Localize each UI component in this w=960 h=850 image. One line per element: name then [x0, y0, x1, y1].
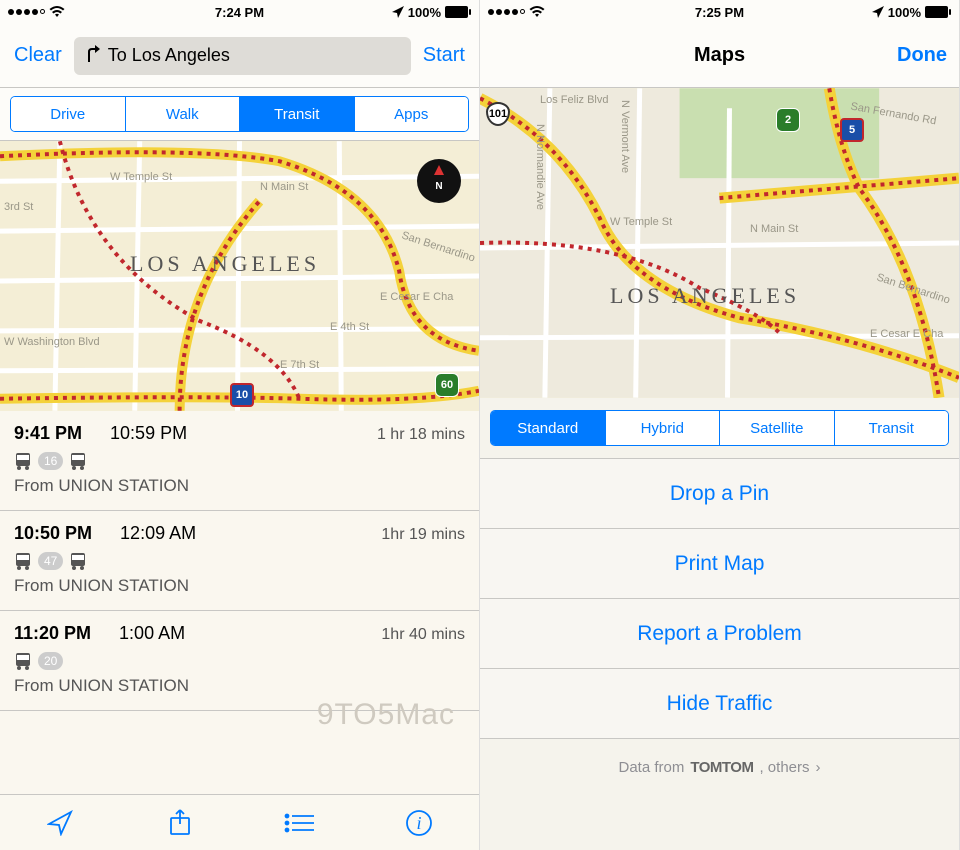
done-button[interactable]: Done — [891, 40, 951, 71]
interstate-shield-icon: 5 — [840, 118, 864, 142]
street-label: W Temple St — [110, 171, 172, 183]
route-item[interactable]: 11:20 PM 1:00 AM 1hr 40 mins 20 From UNI… — [0, 611, 479, 711]
status-bar: 7:24 PM 100% — [0, 0, 479, 24]
ca-route-shield-icon: 60 — [435, 373, 459, 397]
street-label: N Normandie Ave — [534, 124, 546, 210]
street-label: E 4th St — [330, 321, 369, 333]
battery-icon — [925, 6, 951, 18]
street-label: E 7th St — [280, 359, 319, 371]
clear-button[interactable]: Clear — [8, 40, 68, 71]
settings-nav-bar: Maps Done — [480, 24, 959, 88]
destination-field[interactable]: To Los Angeles — [74, 37, 411, 75]
print-map-button[interactable]: Print Map — [480, 529, 959, 599]
street-label: N Vermont Ave — [619, 100, 631, 173]
drop-pin-button[interactable]: Drop a Pin — [480, 459, 959, 529]
report-problem-button[interactable]: Report a Problem — [480, 599, 959, 669]
mode-transit[interactable]: Transit — [240, 97, 355, 131]
depart-time: 10:50 PM — [14, 523, 92, 544]
bus-icon — [69, 552, 87, 570]
street-label: E Cesar E Cha — [380, 291, 453, 303]
map-type-transit[interactable]: Transit — [835, 411, 949, 445]
map-type-hybrid[interactable]: Hybrid — [606, 411, 721, 445]
route-badge: 47 — [38, 552, 63, 570]
data-attribution[interactable]: Data from TOMTOM , others › — [480, 739, 959, 795]
nav-title: Maps — [554, 44, 885, 67]
attribution-prefix: Data from — [619, 759, 685, 776]
locate-me-button[interactable] — [40, 803, 80, 843]
street-label: E Cesar E Cha — [870, 328, 943, 340]
info-button[interactable]: i — [399, 803, 439, 843]
location-icon — [392, 6, 404, 18]
start-button[interactable]: Start — [417, 40, 471, 71]
ca-route-shield-icon: 2 — [776, 108, 800, 132]
list-button[interactable] — [279, 803, 319, 843]
tomtom-logo: TOMTOM — [690, 759, 753, 776]
compass-icon[interactable]: N — [417, 159, 461, 203]
mode-walk[interactable]: Walk — [126, 97, 241, 131]
route-item[interactable]: 10:50 PM 12:09 AM 1hr 19 mins 47 From UN… — [0, 511, 479, 611]
route-from: From UNION STATION — [14, 576, 465, 596]
bus-icon — [14, 652, 32, 670]
street-label: N Main St — [750, 223, 798, 235]
map-type-satellite[interactable]: Satellite — [720, 411, 835, 445]
street-label: N Main St — [260, 181, 308, 193]
wifi-icon — [49, 6, 65, 18]
cell-signal-icon — [8, 9, 45, 15]
battery-percent: 100% — [888, 5, 921, 20]
screen-map-settings: 7:25 PM 100% Maps Done — [480, 0, 960, 850]
directions-nav-bar: Clear To Los Angeles Start — [0, 24, 479, 88]
attribution-suffix: , others — [759, 759, 809, 776]
route-badge: 20 — [38, 652, 63, 670]
depart-time: 9:41 PM — [14, 423, 82, 444]
map-preview[interactable]: LOS ANGELES 3rd St W Temple St N Main St… — [0, 141, 479, 411]
route-duration: 1 hr 18 mins — [377, 426, 465, 444]
route-item[interactable]: 9:41 PM 10:59 PM 1 hr 18 mins 16 From UN… — [0, 411, 479, 511]
map-type-segmented: Standard Hybrid Satellite Transit — [490, 410, 949, 446]
status-time: 7:25 PM — [695, 5, 744, 20]
street-label: W Washington Blvd — [4, 336, 100, 348]
bus-icon — [14, 452, 32, 470]
chevron-right-icon: › — [816, 759, 821, 776]
svg-text:i: i — [417, 813, 422, 833]
map-type-standard[interactable]: Standard — [491, 411, 606, 445]
destination-text: To Los Angeles — [108, 45, 230, 66]
arrive-time: 10:59 PM — [110, 423, 187, 444]
share-button[interactable] — [160, 803, 200, 843]
hide-traffic-button[interactable]: Hide Traffic — [480, 669, 959, 739]
map-settings-list: Standard Hybrid Satellite Transit Drop a… — [480, 398, 959, 850]
interstate-shield-icon: 10 — [230, 383, 254, 407]
map-preview[interactable]: LOS ANGELES W Temple St N Main St E Cesa… — [480, 88, 959, 398]
route-from: From UNION STATION — [14, 476, 465, 496]
transport-mode-segmented-wrap: Drive Walk Transit Apps — [0, 88, 479, 141]
bus-icon — [69, 452, 87, 470]
transport-mode-segmented: Drive Walk Transit Apps — [10, 96, 469, 132]
route-badge: 16 — [38, 452, 63, 470]
street-label: 3rd St — [4, 201, 33, 213]
status-time: 7:24 PM — [215, 5, 264, 20]
street-label: W Temple St — [610, 216, 672, 228]
battery-percent: 100% — [408, 5, 441, 20]
arrive-time: 12:09 AM — [120, 523, 196, 544]
wifi-icon — [529, 6, 545, 18]
route-duration: 1hr 19 mins — [381, 526, 465, 544]
map-city-label: LOS ANGELES — [610, 283, 800, 309]
street-label: Los Feliz Blvd — [540, 94, 608, 106]
map-city-label: LOS ANGELES — [130, 251, 320, 277]
turn-arrow-icon — [84, 44, 100, 67]
route-from: From UNION STATION — [14, 676, 465, 696]
depart-time: 11:20 PM — [14, 623, 91, 644]
bottom-toolbar: i — [0, 794, 479, 850]
mode-apps[interactable]: Apps — [355, 97, 469, 131]
status-bar: 7:25 PM 100% — [480, 0, 959, 24]
bus-icon — [14, 552, 32, 570]
screen-transit-directions: 7:24 PM 100% Clear To Los Angeles Start … — [0, 0, 480, 850]
battery-icon — [445, 6, 471, 18]
location-icon — [872, 6, 884, 18]
mode-drive[interactable]: Drive — [11, 97, 126, 131]
route-duration: 1hr 40 mins — [381, 626, 465, 644]
cell-signal-icon — [488, 9, 525, 15]
arrive-time: 1:00 AM — [119, 623, 185, 644]
transit-routes-list[interactable]: 9:41 PM 10:59 PM 1 hr 18 mins 16 From UN… — [0, 411, 479, 794]
